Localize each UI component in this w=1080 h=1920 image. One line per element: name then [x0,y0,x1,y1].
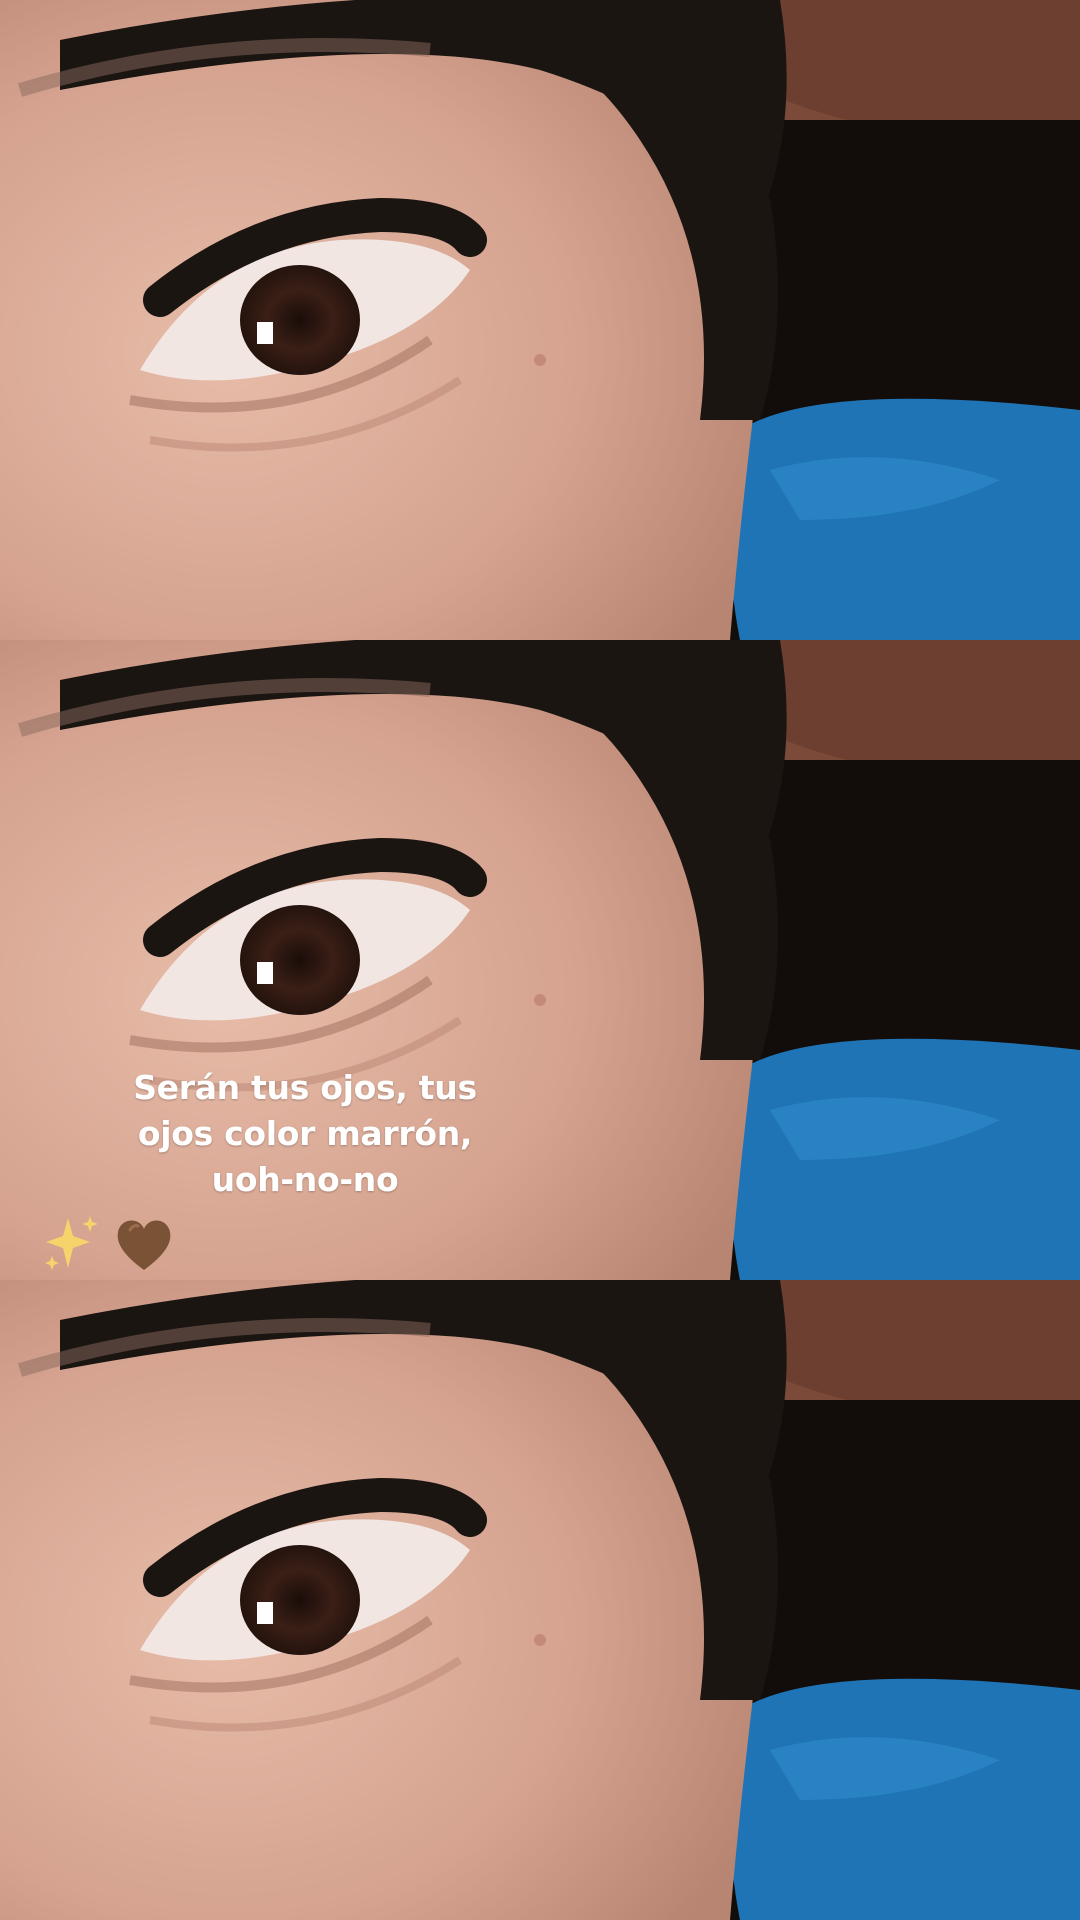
caption-line-2: ojos color marrón, [137,1114,473,1153]
brown-heart-icon [117,1220,171,1270]
caption-line-1: Serán tus ojos, tus [133,1068,477,1107]
photo-panel-1 [0,0,1080,640]
sparkles-icon [45,1216,98,1270]
eye-photo [0,0,1080,640]
photo-panel-3 [0,1280,1080,1920]
emoji-stickers [40,1212,200,1282]
story-canvas: Serán tus ojos, tus ojos color marrón, u… [0,0,1080,1920]
eye-photo [0,1280,1080,1920]
caption-line-3: uoh-no-no [211,1160,399,1199]
story-caption: Serán tus ojos, tus ojos color marrón, u… [95,1065,515,1203]
